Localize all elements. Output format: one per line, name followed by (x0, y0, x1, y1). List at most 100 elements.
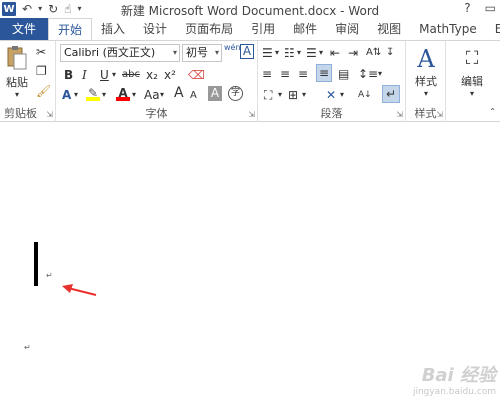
editing-dropdown-icon: ▾ (469, 89, 474, 98)
tab-references[interactable]: 引用 (242, 18, 284, 40)
font-size-combo[interactable]: 初号 ▾ (182, 44, 222, 62)
editing-label: 编辑 (461, 75, 483, 88)
multilevel-list-icon[interactable]: ☰ (306, 45, 317, 61)
window-title: 新建 Microsoft Word Document.docx - Word (120, 4, 380, 18)
ribbon-display-options-icon[interactable]: ▭ (485, 1, 496, 15)
chevron-down-icon: ▾ (214, 48, 219, 57)
document-page[interactable]: ↵ ↵ Bai 经验 jingyan.baidu.com (0, 123, 500, 405)
decrease-indent-icon[interactable]: ⇤ (330, 45, 340, 61)
annotation-arrow-icon (62, 284, 97, 296)
asian-typography-dropdown-icon[interactable]: ▾ (340, 87, 344, 103)
shading-dropdown-icon[interactable]: ▾ (278, 87, 282, 103)
character-border-icon[interactable]: A (240, 44, 254, 59)
format-painter-icon[interactable]: 🖌 (36, 83, 51, 99)
grow-font-icon[interactable]: A (174, 85, 184, 101)
font-name-combo[interactable]: Calibri (西文正文) ▾ (60, 44, 180, 62)
clear-formatting-icon[interactable]: ⌫ (188, 67, 205, 83)
italic-button[interactable]: I (82, 67, 87, 83)
paste-button[interactable]: 粘贴 ▾ (3, 45, 31, 99)
subscript-button[interactable]: x₂ (146, 67, 158, 83)
numbering-dropdown-icon[interactable]: ▾ (297, 45, 301, 61)
styles-label: 样式 (415, 75, 437, 88)
text-effects-icon[interactable]: A (62, 87, 71, 103)
tab-ea[interactable]: Ea (486, 18, 500, 40)
line-spacing-dropdown-icon[interactable]: ▾ (378, 66, 382, 82)
paragraph-mark: ↵ (46, 271, 53, 280)
superscript-button[interactable]: x² (164, 67, 176, 83)
change-case-button[interactable]: Aa (144, 87, 160, 103)
clipboard-launcher-icon[interactable]: ⇲ (46, 110, 53, 119)
align-left-icon[interactable]: ≡ (262, 66, 272, 82)
editing-button[interactable]: ⛶ 编辑 ▾ (452, 45, 492, 98)
watermark-logo: Bai 经验 (421, 365, 496, 386)
change-case-dropdown-icon[interactable]: ▾ (160, 87, 164, 103)
justify-icon[interactable]: ≡ (316, 64, 332, 82)
character-shading-icon[interactable]: A (208, 86, 222, 101)
wen-pinyin-guide-icon[interactable]: wén (224, 43, 241, 52)
tab-home[interactable]: 开始 (48, 18, 93, 40)
asian-typography-icon[interactable]: ✕ (326, 87, 336, 103)
enclose-characters-icon[interactable]: 字 (228, 86, 243, 101)
styles-button[interactable]: A 样式 ▾ (408, 45, 444, 98)
sort-icon[interactable]: ↧ (386, 45, 394, 61)
tab-design[interactable]: 设计 (134, 18, 176, 40)
align-center-icon[interactable]: ≡ (280, 66, 290, 82)
tab-file[interactable]: 文件 (0, 18, 49, 40)
editing-group: ⛶ 编辑 ▾ ⌃ (446, 41, 500, 122)
paste-dropdown-icon[interactable]: ▾ (3, 90, 31, 99)
paragraph-mark: ↵ (24, 343, 31, 352)
chinese-layout-icon[interactable]: A⇅ (366, 45, 381, 61)
watermark: Bai 经验 jingyan.baidu.com (413, 361, 496, 397)
font-name-value: Calibri (西文正文) (64, 46, 156, 59)
help-button[interactable]: ? (464, 1, 470, 15)
copy-icon[interactable]: ❐ (36, 63, 47, 79)
font-size-value: 初号 (186, 46, 208, 59)
multilevel-dropdown-icon[interactable]: ▾ (319, 45, 323, 61)
text-cursor (34, 242, 38, 286)
chevron-down-icon: ▾ (172, 48, 177, 57)
binoculars-icon: ⛶ (465, 48, 479, 69)
collapse-ribbon-icon[interactable]: ⌃ (489, 104, 496, 120)
font-group: Calibri (西文正文) ▾ 初号 ▾ wén A B I U ▾ abc … (56, 41, 258, 122)
tab-mailings[interactable]: 邮件 (284, 18, 326, 40)
align-right-icon[interactable]: ≡ (298, 66, 308, 82)
text-effects-dropdown-icon[interactable]: ▾ (74, 87, 78, 103)
highlight-color-icon[interactable]: ✎ (86, 85, 100, 101)
watermark-url: jingyan.baidu.com (412, 387, 496, 397)
paragraph-launcher-icon[interactable]: ⇲ (396, 110, 403, 119)
paragraph-group-label: 段落 (320, 107, 343, 120)
styles-group: A 样式 ▾ 样式 ⇲ (406, 41, 446, 122)
styles-launcher-icon[interactable]: ⇲ (436, 110, 443, 119)
highlight-dropdown-icon[interactable]: ▾ (102, 87, 106, 103)
shading-icon[interactable]: ⛶ (264, 87, 272, 103)
paste-label: 粘贴 (6, 76, 28, 89)
show-paragraph-marks-icon[interactable]: ↵ (382, 85, 400, 103)
bullets-icon[interactable]: ☰ (262, 45, 273, 61)
font-color-icon[interactable]: A (116, 85, 130, 101)
tab-page-layout[interactable]: 页面布局 (176, 18, 242, 40)
borders-icon[interactable]: ⊞ (288, 87, 298, 103)
font-group-label: 字体 (145, 107, 168, 120)
increase-indent-icon[interactable]: ⇥ (348, 45, 358, 61)
shrink-font-icon[interactable]: A (190, 88, 197, 104)
cut-icon[interactable]: ✂ (36, 44, 46, 60)
tab-insert[interactable]: 插入 (92, 18, 134, 40)
numbering-icon[interactable]: ☷ (284, 45, 295, 61)
bold-button[interactable]: B (64, 67, 73, 83)
underline-button[interactable]: U (100, 67, 109, 83)
line-spacing-icon[interactable]: ↕≡ (358, 66, 378, 82)
bullets-dropdown-icon[interactable]: ▾ (275, 45, 279, 61)
font-launcher-icon[interactable]: ⇲ (248, 110, 255, 119)
tab-review[interactable]: 审阅 (326, 18, 368, 40)
sort-az-icon[interactable]: A↓ (358, 87, 372, 103)
ribbon-tabs: 文件 开始 插入 设计 页面布局 引用 邮件 审阅 视图 MathType Ea (0, 18, 500, 40)
tab-view[interactable]: 视图 (368, 18, 410, 40)
underline-dropdown-icon[interactable]: ▾ (112, 67, 116, 83)
title-bar: W ↶ ▾ ↻ ☝ ▾ 新建 Microsoft Word Document.d… (0, 0, 500, 18)
borders-dropdown-icon[interactable]: ▾ (302, 87, 306, 103)
distributed-icon[interactable]: ▤ (338, 66, 349, 82)
clipboard-group: 粘贴 ▾ ✂ ❐ 🖌 剪贴板 ⇲ (0, 41, 56, 122)
strikethrough-button[interactable]: abc (122, 67, 140, 83)
tab-mathtype[interactable]: MathType (410, 18, 486, 40)
font-color-dropdown-icon[interactable]: ▾ (132, 87, 136, 103)
